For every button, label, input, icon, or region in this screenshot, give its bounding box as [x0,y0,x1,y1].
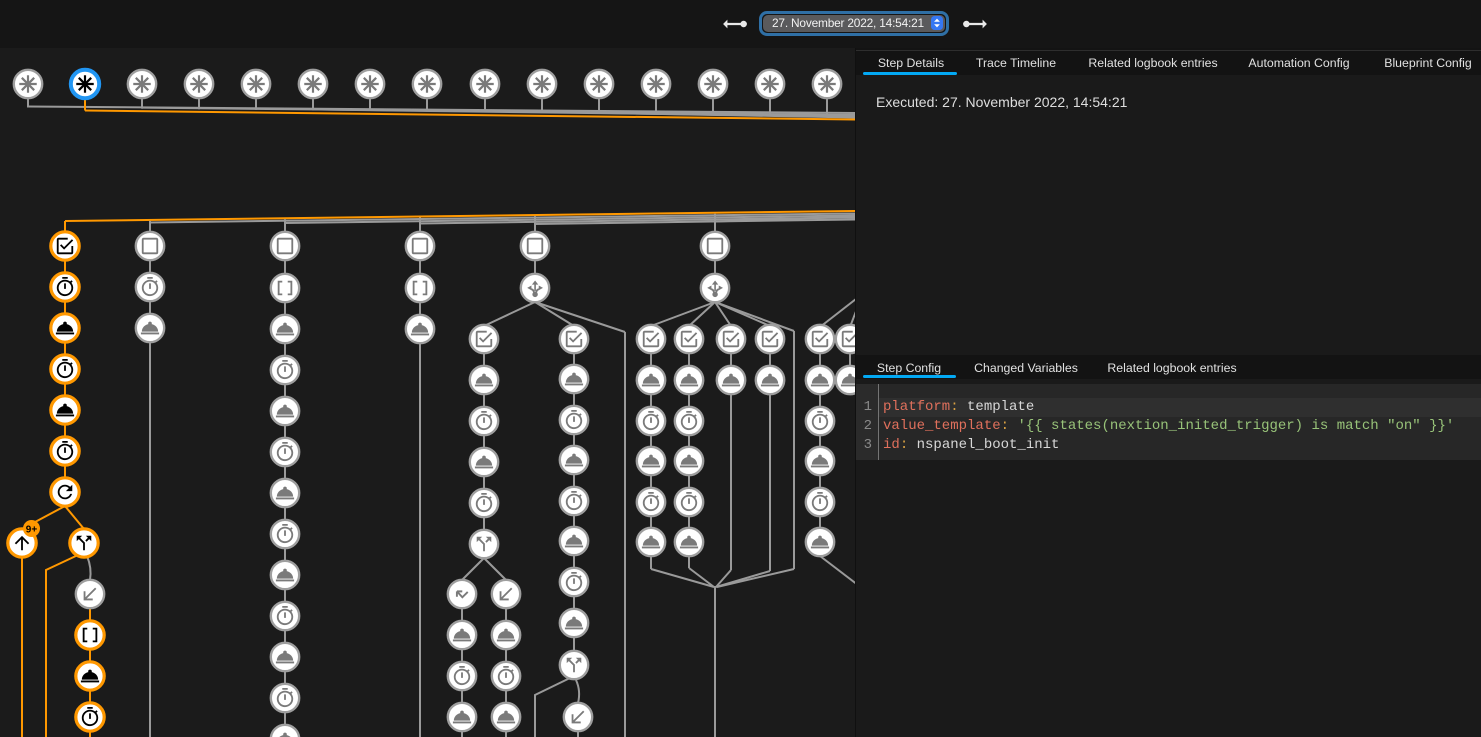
svg-text:9+: 9+ [26,525,38,536]
